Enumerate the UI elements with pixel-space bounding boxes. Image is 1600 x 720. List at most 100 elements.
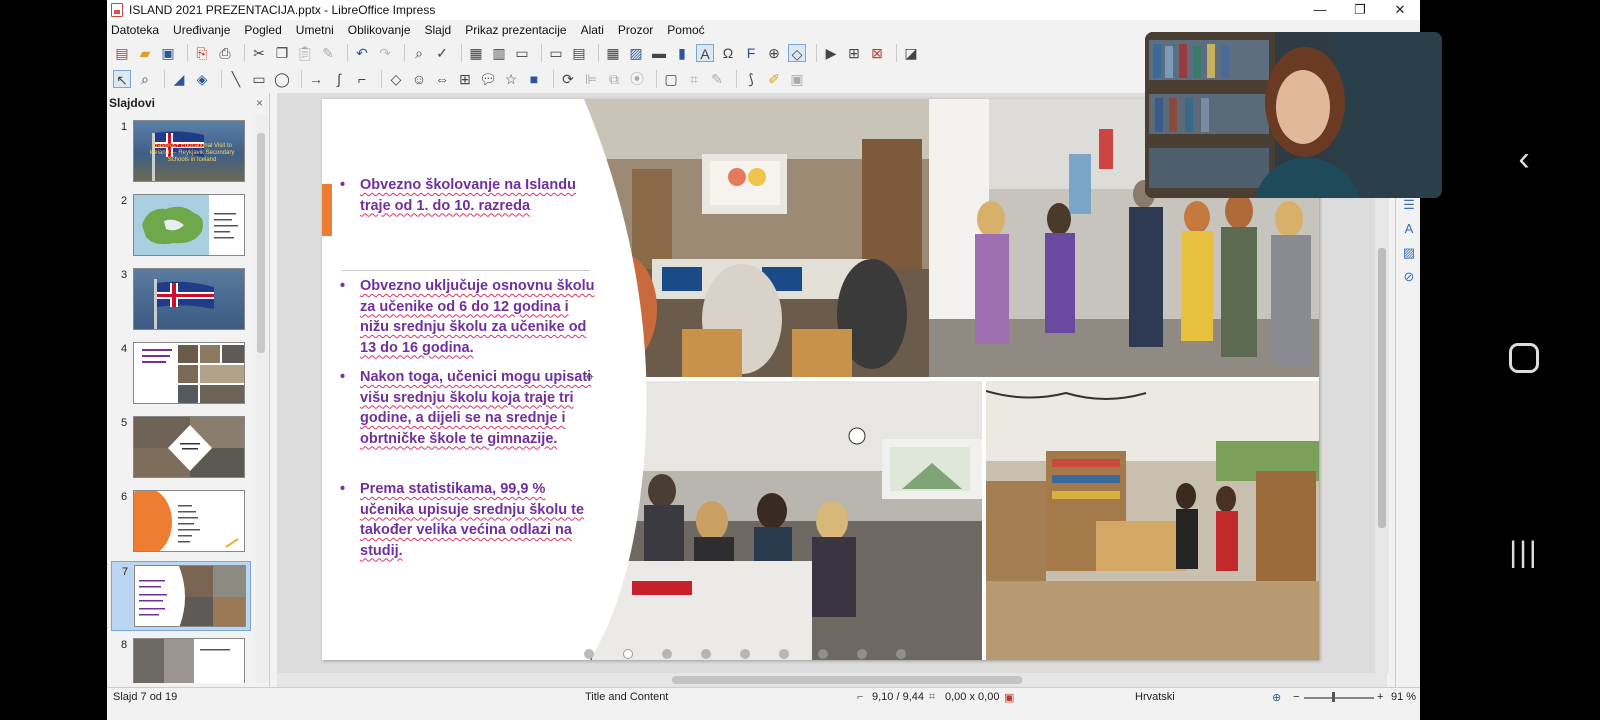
menu-pomoc[interactable]: Pomoć xyxy=(667,23,704,37)
save-icon[interactable]: ▣ xyxy=(159,44,177,62)
menu-umetni[interactable]: Umetni xyxy=(296,23,334,37)
slides-pane-close-button[interactable]: × xyxy=(256,96,263,110)
nav-dot[interactable] xyxy=(584,649,594,659)
slide-thumbnail-8[interactable]: 8 xyxy=(111,635,251,683)
nav-dot[interactable] xyxy=(662,649,672,659)
copy-icon[interactable]: ❐ xyxy=(273,44,291,62)
bullet-3[interactable]: Nakon toga, učenici mogu upisati višu sr… xyxy=(340,367,598,449)
menu-oblikovanje[interactable]: Oblikovanje xyxy=(348,23,411,37)
slide-thumbnail-1[interactable]: 1 Erasmus+ Educational Visit to Iceland … xyxy=(111,117,251,187)
select-icon[interactable]: ↖ xyxy=(113,70,131,88)
connector-icon[interactable]: ⌐ xyxy=(353,70,371,88)
glue-points-icon[interactable]: ✐ xyxy=(765,70,783,88)
slide-thumbnail-3[interactable]: 3 xyxy=(111,265,251,335)
menu-datoteka[interactable]: Datoteka xyxy=(111,23,159,37)
shapes-icon[interactable]: ◇ xyxy=(788,44,806,62)
basic-shapes-icon[interactable]: ◇ xyxy=(387,70,405,88)
toggle-extrusion-icon[interactable]: ▣ xyxy=(788,70,806,88)
horizontal-scrollbar[interactable] xyxy=(277,673,1387,687)
menu-prikaz-prezentacije[interactable]: Prikaz prezentacije xyxy=(465,23,566,37)
start-presentation-icon[interactable]: ▶ xyxy=(822,44,840,62)
show-draw-functions-icon[interactable]: ◪ xyxy=(902,44,920,62)
close-button[interactable]: ✕ xyxy=(1380,0,1420,20)
scrollbar-thumb[interactable] xyxy=(257,133,265,353)
slide-thumbnail-6[interactable]: 6 xyxy=(111,487,251,557)
slides-pane-scrollbar[interactable] xyxy=(255,115,267,683)
shadow-icon[interactable]: ▢ xyxy=(662,70,680,88)
language-status[interactable]: Hrvatski xyxy=(1135,691,1175,703)
menu-slajd[interactable]: Slajd xyxy=(425,23,452,37)
home-button-icon[interactable] xyxy=(1504,338,1544,378)
nav-dot-active[interactable] xyxy=(623,649,633,659)
document-modified-icon[interactable]: ▣ xyxy=(1004,691,1014,704)
slide-thumbnail-7[interactable]: 7 xyxy=(111,561,251,631)
slide-thumbnail-5[interactable]: 5 xyxy=(111,413,251,483)
nav-dot[interactable] xyxy=(701,649,711,659)
print-icon[interactable]: ⎙ xyxy=(216,44,234,62)
menu-uredivanje[interactable]: Uređivanje xyxy=(173,23,230,37)
zoom-slider-handle[interactable] xyxy=(1332,692,1335,702)
fit-slide-icon[interactable]: ⊕ xyxy=(1272,691,1281,704)
export-pdf-icon[interactable]: ⎘ xyxy=(193,44,211,62)
maximize-button[interactable]: ❐ xyxy=(1340,0,1380,20)
navigator-icon[interactable]: ⊘ xyxy=(1401,269,1417,285)
menu-alati[interactable]: Alati xyxy=(581,23,604,37)
zoom-level[interactable]: 91 % xyxy=(1391,691,1416,703)
fontwork-icon[interactable]: F xyxy=(742,44,760,62)
fill-color-icon[interactable]: ◈ xyxy=(193,70,211,88)
ellipse-tool-icon[interactable]: ◯ xyxy=(273,70,291,88)
table-icon[interactable]: ▦ xyxy=(604,44,622,62)
redo-icon[interactable]: ↷ xyxy=(376,44,394,62)
cut-icon[interactable]: ✂ xyxy=(250,44,268,62)
media-icon[interactable]: ▬ xyxy=(650,44,668,62)
recent-apps-icon[interactable]: ||| xyxy=(1504,536,1544,576)
arrange-icon[interactable]: ⧉ xyxy=(605,70,623,88)
stars-icon[interactable]: ☆ xyxy=(502,70,520,88)
rotate-icon[interactable]: ⟳ xyxy=(559,70,577,88)
callouts-icon[interactable]: 💬︎ xyxy=(479,70,497,88)
line-color-icon[interactable]: ◢ xyxy=(170,70,188,88)
spelling-icon[interactable]: ✓ xyxy=(433,44,451,62)
image-icon[interactable]: ▨ xyxy=(627,44,645,62)
slide-thumbnail-2[interactable]: 2 xyxy=(111,191,251,261)
open-folder-icon[interactable]: ▰ xyxy=(136,44,154,62)
menu-prozor[interactable]: Prozor xyxy=(618,23,653,37)
clone-formatting-icon[interactable]: ✎ xyxy=(319,44,337,62)
back-chevron-icon[interactable]: ‹ xyxy=(1504,140,1544,180)
block-arrows-icon[interactable]: ⇔ xyxy=(433,70,451,88)
zoom-icon[interactable]: ⌕ xyxy=(136,70,154,88)
nav-dot[interactable] xyxy=(857,649,867,659)
align-icon[interactable]: ⊫ xyxy=(582,70,600,88)
nav-dot[interactable] xyxy=(779,649,789,659)
gallery-icon[interactable]: ▨ xyxy=(1401,245,1417,261)
3d-objects-icon[interactable]: ■ xyxy=(525,70,543,88)
display-grid-icon[interactable]: ▦ xyxy=(467,44,485,62)
new-slide-icon[interactable]: ⊞ xyxy=(845,44,863,62)
paste-icon[interactable]: 📋︎ xyxy=(296,44,314,62)
nav-dot[interactable] xyxy=(740,649,750,659)
bullet-4[interactable]: Prema statistikama, 99,9 % učenika upisu… xyxy=(340,479,598,561)
arrow-line-icon[interactable]: → xyxy=(307,70,325,88)
slide-thumbnail-4[interactable]: 4 xyxy=(111,339,251,409)
display-views-icon[interactable]: ▥ xyxy=(490,44,508,62)
bullet-1[interactable]: Obvezno školovanje na Islandu traje od 1… xyxy=(340,175,598,216)
zoom-out-button[interactable]: − xyxy=(1293,691,1299,703)
chart-icon[interactable]: ▮ xyxy=(673,44,691,62)
scrollbar-thumb[interactable] xyxy=(672,676,1022,684)
rectangle-tool-icon[interactable]: ▭ xyxy=(250,70,268,88)
hyperlink-icon[interactable]: ⊕ xyxy=(765,44,783,62)
menu-pogled[interactable]: Pogled xyxy=(244,23,281,37)
bullet-2[interactable]: Obvezno uključuje osnovnu školu za učeni… xyxy=(340,276,598,358)
zoom-slider[interactable] xyxy=(1304,697,1374,699)
properties-icon[interactable]: ☰ xyxy=(1401,197,1417,213)
nav-dot[interactable] xyxy=(818,649,828,659)
symbol-shapes-icon[interactable]: ☺ xyxy=(410,70,428,88)
delete-slide-icon[interactable]: ⊠ xyxy=(868,44,886,62)
scrollbar-thumb[interactable] xyxy=(1378,248,1386,528)
styles-icon[interactable]: A xyxy=(1401,221,1417,237)
master-slide-icon[interactable]: ▭ xyxy=(547,44,565,62)
line-tool-icon[interactable]: ╲ xyxy=(227,70,245,88)
flowchart-icon[interactable]: ⊞ xyxy=(456,70,474,88)
minimize-button[interactable]: — xyxy=(1300,0,1340,20)
distribute-icon[interactable]: ⦿ xyxy=(628,70,646,88)
